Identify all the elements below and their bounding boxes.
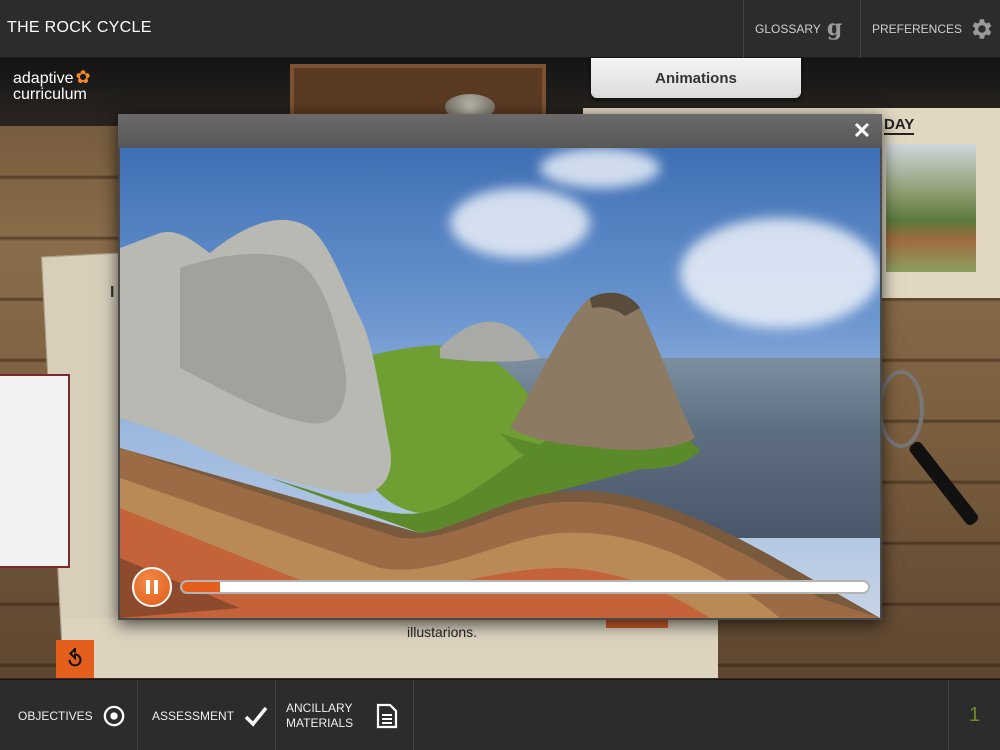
close-icon[interactable]: ✕ bbox=[850, 118, 874, 144]
logo-puzzle-icon: ✿ bbox=[75, 67, 91, 87]
landscape-illustration bbox=[120, 219, 880, 618]
notebook bbox=[0, 374, 70, 568]
animations-tab[interactable]: Animations bbox=[591, 58, 801, 98]
animation-video[interactable] bbox=[120, 148, 880, 618]
caption-fragment: illustarions. bbox=[407, 624, 478, 640]
app-title: THE ROCK CYCLE bbox=[7, 19, 152, 36]
logo-line2: curriculum bbox=[13, 86, 87, 103]
top-bar: THE ROCK CYCLE GLOSSARY g PREFERENCES bbox=[0, 0, 1000, 58]
preferences-label: PREFERENCES bbox=[872, 22, 963, 36]
gear-icon bbox=[972, 19, 992, 39]
logo: adaptive ✿ curriculum bbox=[13, 67, 91, 103]
assessment-label: ASSESSMENT bbox=[152, 708, 235, 723]
modal-header: ✕ bbox=[118, 114, 882, 148]
logo-line1: adaptive bbox=[13, 70, 74, 87]
preferences-button[interactable]: PREFERENCES bbox=[860, 0, 1000, 58]
bottom-bar: OBJECTIVES ASSESSMENT ANCILLARY MATERIAL… bbox=[0, 679, 1000, 750]
assessment-button[interactable]: ASSESSMENT bbox=[138, 680, 276, 750]
magnifier-handle bbox=[907, 439, 981, 528]
page-number: 1 bbox=[948, 680, 1000, 750]
poster-title-fragment: DAY bbox=[884, 116, 915, 135]
glossary-label: GLOSSARY bbox=[755, 22, 821, 36]
document-icon bbox=[376, 703, 398, 728]
target-icon bbox=[103, 705, 124, 726]
pause-button[interactable] bbox=[132, 567, 172, 607]
ancillary-label: ANCILLARY MATERIALS bbox=[286, 701, 366, 731]
magnifier-lens bbox=[878, 370, 924, 448]
player-controls bbox=[132, 566, 872, 608]
replay-icon bbox=[68, 648, 82, 667]
video-modal: ✕ bbox=[118, 114, 882, 620]
checkmark-icon bbox=[244, 706, 268, 727]
left-paper-letter: I bbox=[110, 284, 115, 301]
progress-fill bbox=[182, 582, 220, 592]
progress-track[interactable] bbox=[180, 580, 870, 594]
glossary-icon: g bbox=[826, 15, 843, 41]
objectives-button[interactable]: OBJECTIVES bbox=[0, 680, 138, 750]
glossary-button[interactable]: GLOSSARY g bbox=[743, 0, 860, 58]
ancillary-label-line1: ANCILLARY bbox=[286, 700, 353, 715]
poster-illustration bbox=[886, 144, 976, 272]
replay-button[interactable] bbox=[56, 640, 94, 678]
objectives-label: OBJECTIVES bbox=[18, 708, 93, 723]
specimen-crate bbox=[290, 64, 546, 120]
ancillary-materials-button[interactable]: ANCILLARY MATERIALS bbox=[276, 680, 414, 750]
ancillary-label-line2: MATERIALS bbox=[286, 715, 354, 730]
